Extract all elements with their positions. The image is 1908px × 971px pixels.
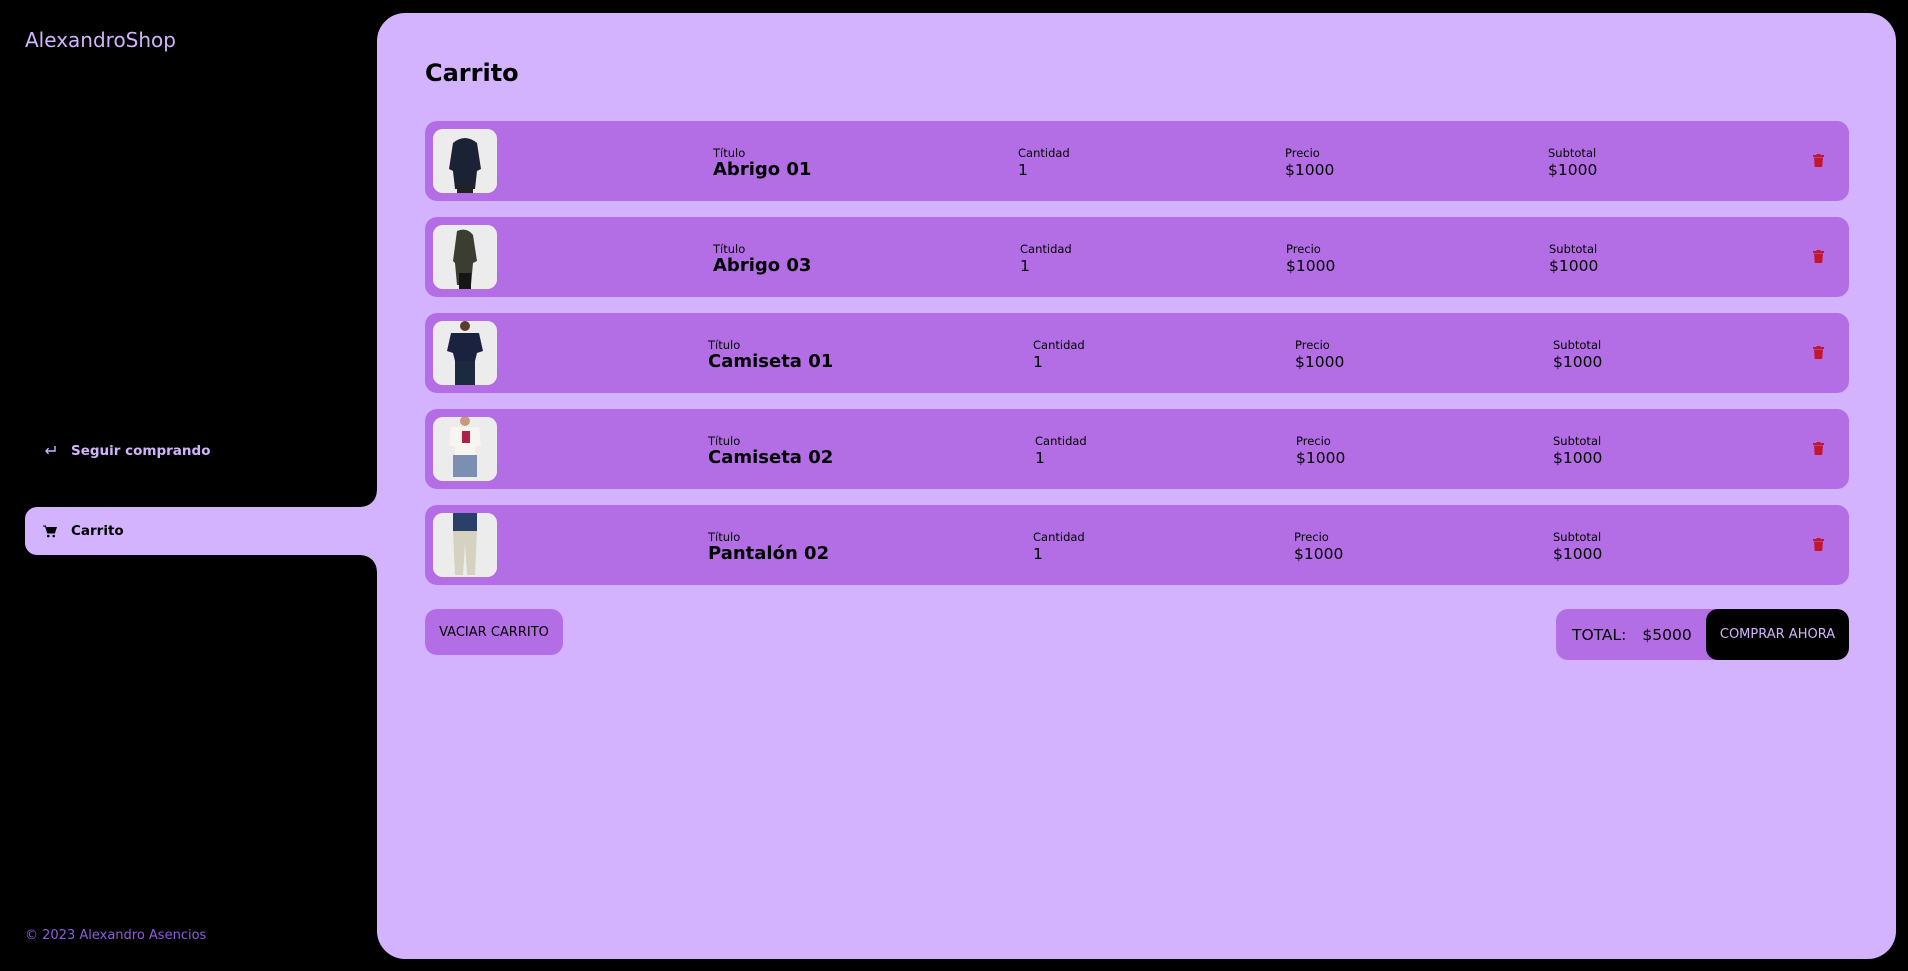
product-image — [433, 129, 497, 193]
trash-icon[interactable] — [1811, 440, 1825, 456]
subtotal-col: Subtotal $1000 — [1553, 530, 1603, 563]
subtotal-col: Subtotal $1000 — [1548, 146, 1598, 179]
price-col: Precio $1000 — [1296, 434, 1346, 467]
item-subtotal: $1000 — [1548, 161, 1598, 179]
item-subtotal: $1000 — [1553, 353, 1603, 371]
nav-label: Carrito — [71, 523, 124, 539]
subtotal-col: Subtotal $1000 — [1549, 242, 1599, 275]
item-qty: 1 — [1035, 449, 1045, 467]
cart-item: Título Abrigo 01 Cantidad 1 Precio $1000… — [425, 121, 1849, 201]
trash-icon[interactable] — [1811, 344, 1825, 360]
item-title: Pantalón 02 — [708, 543, 830, 564]
return-icon — [41, 445, 59, 457]
qty-col: Cantidad 1 — [1033, 338, 1085, 371]
cart-item: Título Abrigo 03 Cantidad 1 Precio $1000… — [425, 217, 1849, 297]
product-image — [433, 225, 497, 289]
item-qty: 1 — [1033, 545, 1043, 563]
item-price: $1000 — [1294, 545, 1344, 563]
title-col: Título Abrigo 01 — [713, 146, 812, 180]
total-display: TOTAL: $5000 — [1556, 609, 1706, 660]
item-qty: 1 — [1033, 353, 1043, 371]
sidebar: AlexandroShop Seguir comprando Carrito ©… — [0, 0, 377, 971]
empty-cart-button[interactable]: VACIAR CARRITO — [425, 609, 563, 655]
nav-seguir-comprando[interactable]: Seguir comprando — [25, 427, 377, 475]
item-qty: 1 — [1018, 161, 1028, 179]
cart-items: Título Abrigo 01 Cantidad 1 Precio $1000… — [425, 121, 1849, 601]
subtotal-col: Subtotal $1000 — [1553, 434, 1603, 467]
item-price: $1000 — [1295, 353, 1345, 371]
price-col: Precio $1000 — [1286, 242, 1336, 275]
price-col: Precio $1000 — [1295, 338, 1345, 371]
item-subtotal: $1000 — [1549, 257, 1599, 275]
buy-now-button[interactable]: COMPRAR AHORA — [1706, 609, 1849, 660]
subtotal-col: Subtotal $1000 — [1553, 338, 1603, 371]
item-qty: 1 — [1020, 257, 1030, 275]
trash-icon[interactable] — [1811, 152, 1825, 168]
nav-label: Seguir comprando — [71, 443, 211, 459]
footer-copyright: © 2023 Alexandro Asencios — [25, 928, 207, 943]
title-col: Título Camiseta 02 — [708, 434, 834, 468]
logo[interactable]: AlexandroShop — [25, 28, 176, 52]
item-title: Camiseta 02 — [708, 447, 834, 468]
trash-icon[interactable] — [1811, 248, 1825, 264]
price-col: Precio $1000 — [1285, 146, 1335, 179]
item-title: Camiseta 01 — [708, 351, 834, 372]
price-col: Precio $1000 — [1294, 530, 1344, 563]
page-title: Carrito — [425, 59, 519, 87]
item-title: Abrigo 01 — [713, 159, 812, 180]
total-box: TOTAL: $5000 COMPRAR AHORA — [1556, 609, 1849, 660]
qty-col: Cantidad 1 — [1035, 434, 1087, 467]
item-price: $1000 — [1296, 449, 1346, 467]
product-image — [433, 513, 497, 577]
product-image — [433, 417, 497, 481]
item-title: Abrigo 03 — [713, 255, 812, 276]
item-subtotal: $1000 — [1553, 545, 1603, 563]
nav-carrito[interactable]: Carrito — [25, 491, 377, 571]
qty-col: Cantidad 1 — [1033, 530, 1085, 563]
qty-col: Cantidad 1 — [1018, 146, 1070, 179]
cart-item: Título Camiseta 02 Cantidad 1 Precio $10… — [425, 409, 1849, 489]
item-price: $1000 — [1285, 161, 1335, 179]
title-col: Título Camiseta 01 — [708, 338, 834, 372]
qty-col: Cantidad 1 — [1020, 242, 1072, 275]
product-image — [433, 321, 497, 385]
item-price: $1000 — [1286, 257, 1336, 275]
item-subtotal: $1000 — [1553, 449, 1603, 467]
title-col: Título Abrigo 03 — [713, 242, 812, 276]
cart-icon — [41, 525, 59, 538]
cart-panel: Carrito Título Abrigo 01 Cantidad 1 Prec… — [377, 13, 1896, 959]
title-col: Título Pantalón 02 — [708, 530, 830, 564]
cart-item: Título Camiseta 01 Cantidad 1 Precio $10… — [425, 313, 1849, 393]
trash-icon[interactable] — [1811, 536, 1825, 552]
total-value: $5000 — [1642, 625, 1692, 644]
total-label: TOTAL: — [1572, 625, 1627, 644]
cart-item: Título Pantalón 02 Cantidad 1 Precio $10… — [425, 505, 1849, 585]
